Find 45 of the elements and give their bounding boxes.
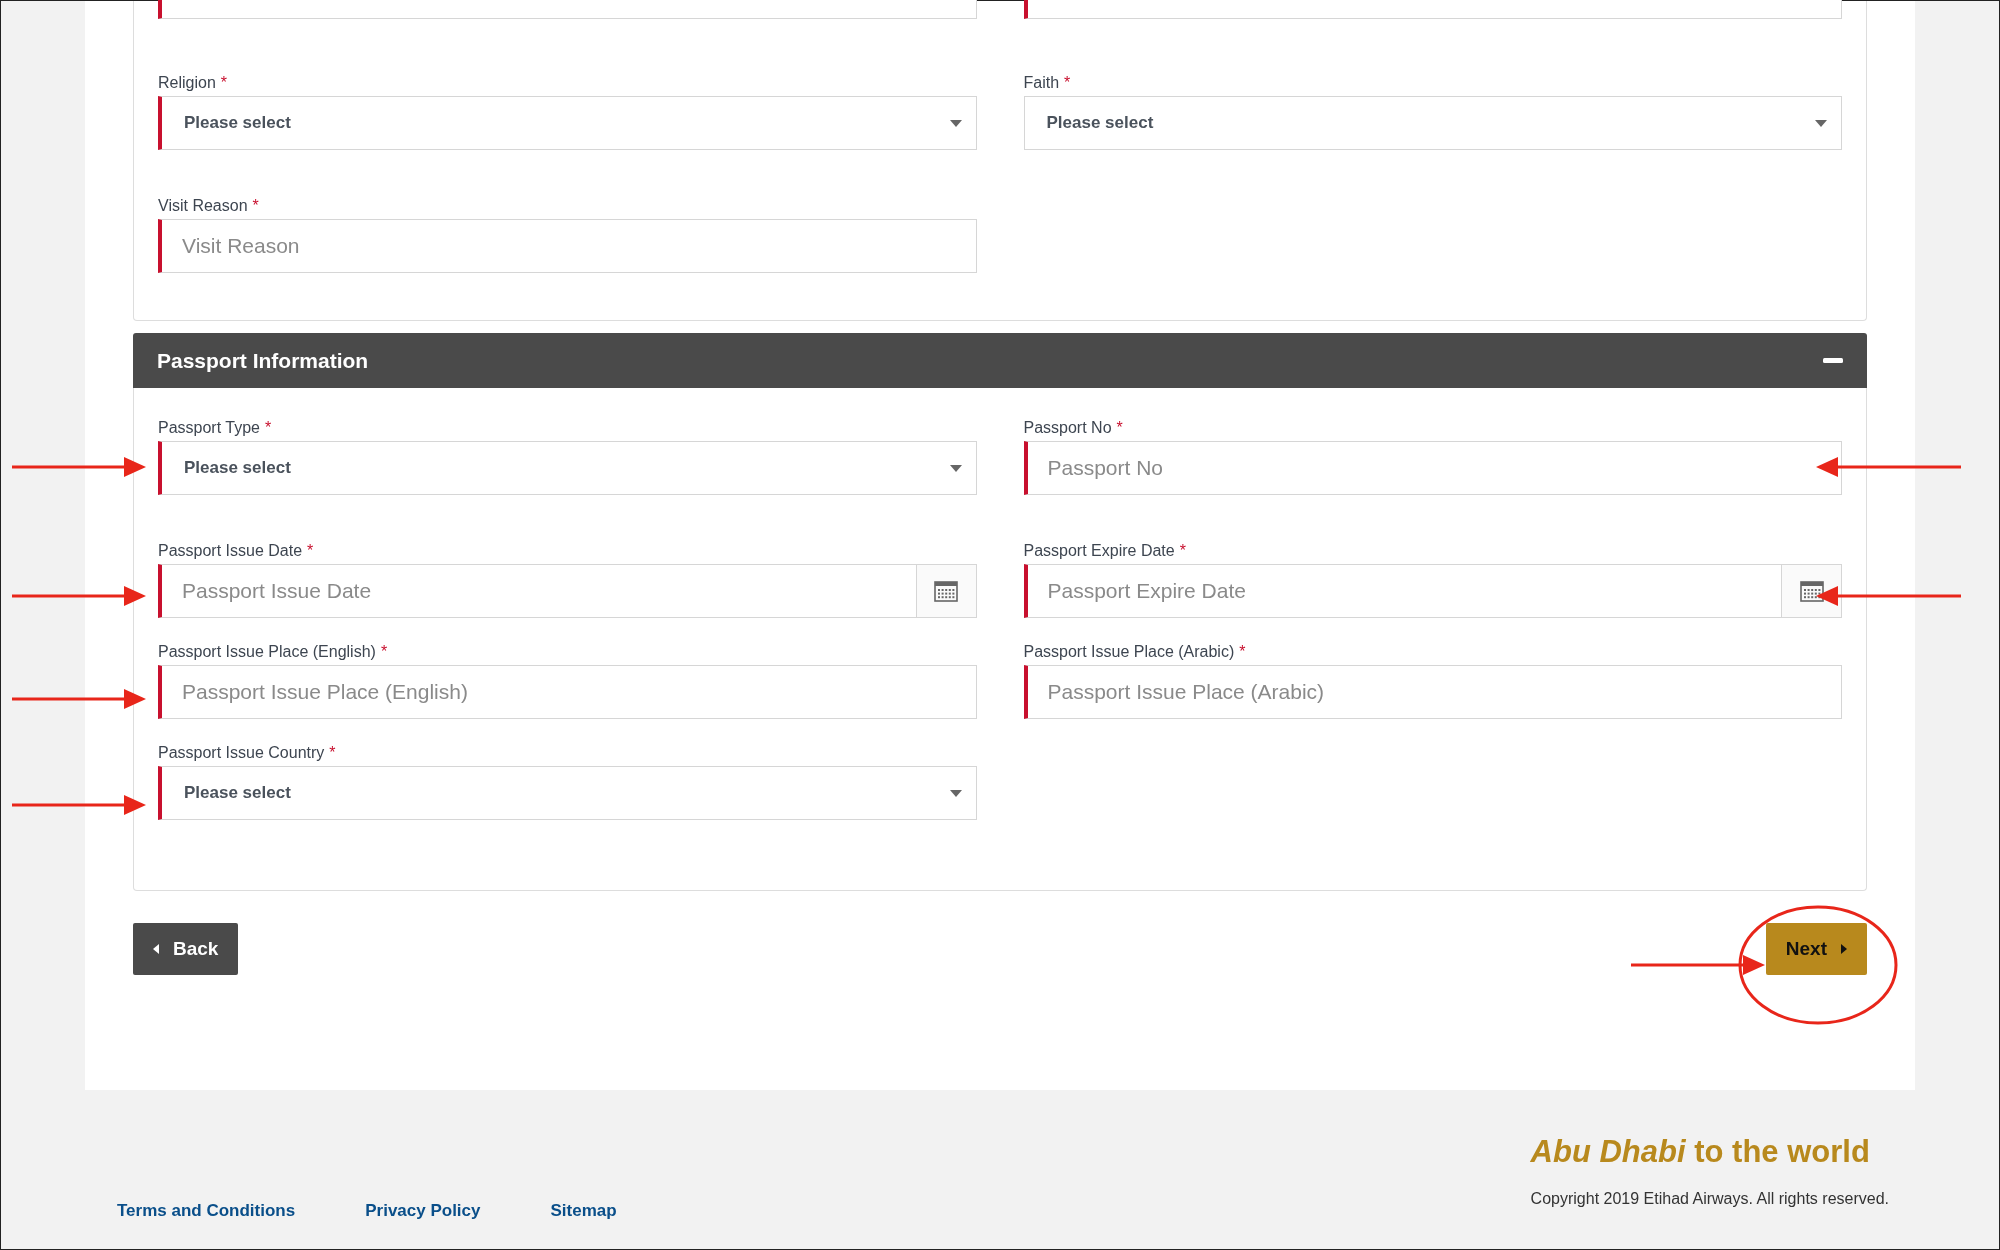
footer-link[interactable]: Terms and Conditions: [117, 1201, 296, 1221]
back-button[interactable]: Back: [133, 923, 239, 975]
field-label: Faith: [1023, 73, 1060, 93]
input-field[interactable]: Visit Reason: [158, 219, 977, 273]
tagline: Abu Dhabi to the world: [1530, 1134, 1870, 1170]
footer-link[interactable]: Privacy Policy: [365, 1201, 481, 1221]
collapse-icon[interactable]: [1823, 358, 1843, 363]
caret-icon: [949, 119, 962, 127]
select-field[interactable]: Please select: [158, 441, 977, 495]
field-label: Passport Issue Place (English): [158, 642, 376, 662]
required-mark: *: [1116, 418, 1123, 438]
required-mark: *: [329, 743, 336, 763]
caret-icon: [1841, 944, 1847, 954]
select-field[interactable]: Please select: [158, 766, 977, 820]
caret-icon: [949, 464, 962, 472]
field-label: Passport Expire Date: [1023, 541, 1175, 561]
caret-icon: [949, 789, 962, 797]
caret-icon: [153, 944, 159, 954]
caret-icon: [1815, 119, 1827, 127]
calendar-button[interactable]: [916, 564, 977, 618]
required-mark: *: [1239, 642, 1246, 662]
footer-link[interactable]: Sitemap: [550, 1201, 617, 1221]
required-mark: *: [380, 642, 388, 662]
next-button[interactable]: Next: [1765, 923, 1867, 975]
field-label: Passport Issue Date: [158, 541, 303, 561]
select-field[interactable]: Please select: [158, 96, 977, 150]
required-mark: *: [307, 541, 314, 561]
field-label: Passport Issue Place (Arabic): [1023, 642, 1235, 662]
required-mark: *: [1179, 541, 1186, 561]
calendar-button[interactable]: [1782, 564, 1842, 618]
section-title: Passport Information: [157, 348, 369, 373]
required-mark: *: [265, 418, 272, 438]
select-field[interactable]: Please select: [1023, 96, 1842, 150]
section-header[interactable]: Passport Information: [133, 333, 1867, 388]
calendar-icon: [1799, 580, 1824, 602]
field-label: Passport Issue Country: [158, 743, 325, 763]
field-label: Passport No: [1023, 418, 1112, 438]
calendar-icon: [934, 580, 958, 602]
field-label: Visit Reason: [158, 196, 248, 216]
required-mark: *: [220, 73, 228, 93]
field-label: Religion: [158, 73, 216, 93]
copyright-text: Copyright 2019 Etihad Airways. All rights reserved.: [1530, 1190, 1889, 1208]
required-mark: *: [1064, 73, 1071, 93]
field-label: Passport Type: [158, 418, 260, 438]
required-mark: *: [252, 196, 259, 216]
